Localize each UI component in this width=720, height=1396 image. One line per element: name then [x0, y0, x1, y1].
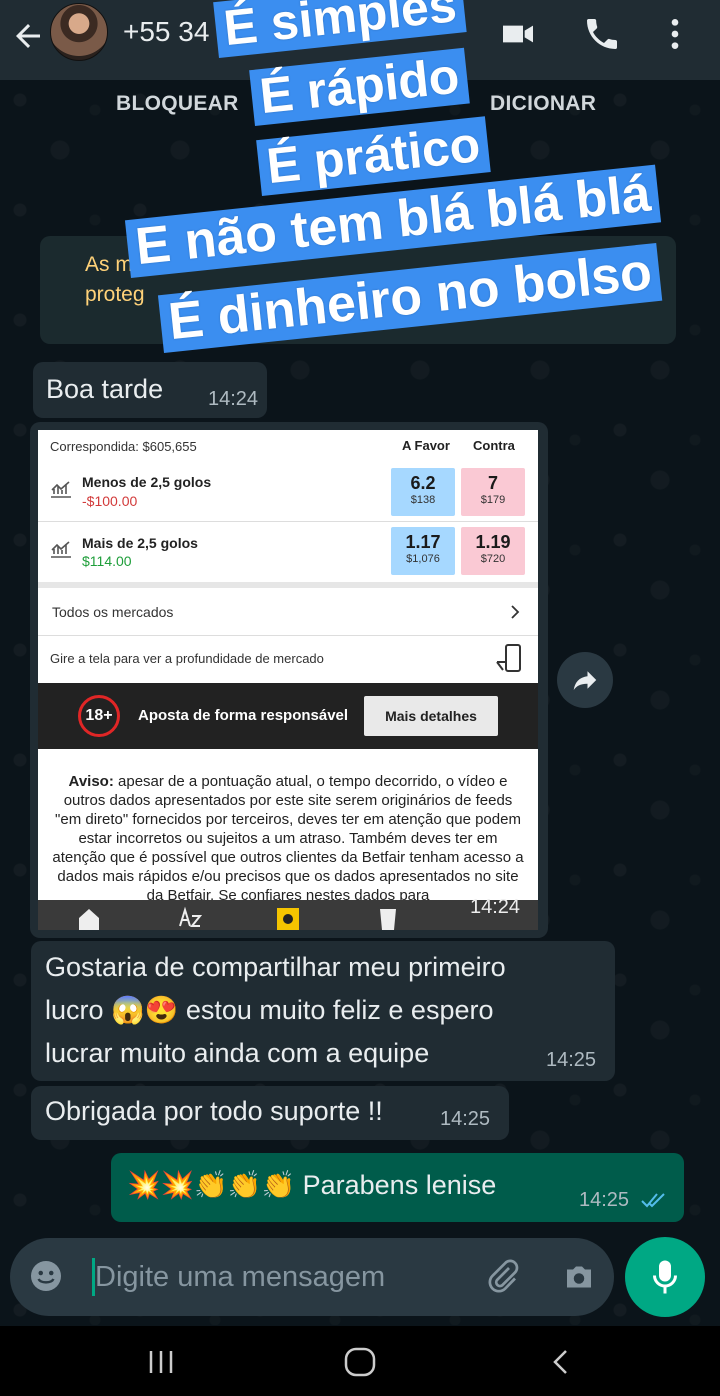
emoji-icon[interactable]: [28, 1258, 64, 1294]
back-odds-button[interactable]: 6.2 $138: [391, 468, 455, 516]
read-receipt-icon: [641, 1193, 665, 1208]
message-text: Obrigada por todo suporte !!: [45, 1096, 383, 1126]
back-button-icon[interactable]: [547, 1348, 575, 1376]
message-time: 14:25: [546, 1049, 597, 1071]
runner-name: Mais de 2,5 golos: [82, 535, 198, 551]
in-play-icon[interactable]: [275, 906, 301, 930]
age-badge: 18+: [78, 695, 120, 737]
message-time: 14:25: [440, 1108, 491, 1130]
message-input-bar[interactable]: Digite uma mensagem: [10, 1238, 614, 1316]
warning-text: Aviso: apesar de a pontuação atual, o te…: [52, 773, 524, 904]
recent-apps-icon[interactable]: [147, 1348, 175, 1376]
runner-pl: -$100.00: [82, 493, 138, 509]
clap-emojis: 💥💥👏👏👏: [127, 1170, 296, 1200]
system-nav-bar: [0, 1326, 720, 1396]
lay-odds-button[interactable]: 1.19 $720: [461, 527, 525, 575]
chart-icon: [51, 481, 71, 498]
attach-icon[interactable]: [485, 1259, 521, 1295]
home-icon[interactable]: [76, 906, 102, 930]
contact-avatar[interactable]: [50, 3, 108, 61]
matched-amount: Correspondida: $605,655: [50, 439, 197, 454]
message-text: 💥💥👏👏👏 Parabens lenise: [127, 1170, 497, 1200]
divider: [38, 521, 538, 522]
more-details-button[interactable]: Mais detalhes: [364, 696, 498, 736]
back-arrow-icon[interactable]: [10, 18, 46, 54]
scream-emoji: 😱: [111, 995, 145, 1025]
app-tab-bar: 14:24: [38, 896, 538, 930]
forward-icon: [573, 671, 597, 690]
home-button-icon[interactable]: [343, 1346, 377, 1378]
message-bubble-greeting[interactable]: Boa tarde 14:24: [33, 362, 267, 418]
message-input[interactable]: Digite uma mensagem: [95, 1261, 385, 1294]
message-bubble-thanks[interactable]: Obrigada por todo suporte !! 14:25: [31, 1086, 509, 1140]
video-call-icon[interactable]: [498, 14, 538, 54]
message-line: lucro 😱😍 estou muito feliz e espero: [45, 995, 494, 1025]
message-bubble-reply[interactable]: 💥💥👏👏👏 Parabens lenise 14:25: [111, 1153, 684, 1222]
responsible-text: Aposta de forma responsável: [138, 707, 349, 724]
image-time: 14:24: [470, 896, 521, 918]
camera-icon[interactable]: [561, 1259, 597, 1295]
message-line: Gostaria de compartilhar meu primeiro: [45, 952, 506, 982]
message-bubble-share[interactable]: Gostaria de compartilhar meu primeiro lu…: [31, 941, 615, 1081]
forward-button[interactable]: [557, 652, 613, 708]
a-z-icon[interactable]: [176, 906, 202, 930]
lay-column-header: Contra: [473, 438, 515, 453]
betting-screenshot[interactable]: Correspondida: $605,655 A Favor Contra M…: [38, 430, 538, 930]
add-contact-button[interactable]: DICIONAR: [490, 92, 596, 116]
microphone-icon: [653, 1260, 677, 1294]
heart-eyes-emoji: 😍: [144, 995, 179, 1025]
chart-icon: [51, 541, 71, 558]
chevron-right-icon[interactable]: [508, 604, 522, 620]
divider: [38, 582, 538, 588]
message-text: Boa tarde: [46, 374, 164, 404]
bet-slip-icon[interactable]: [375, 906, 401, 930]
all-markets-link[interactable]: Todos os mercados: [52, 604, 173, 620]
message-line: lucrar muito ainda com a equipe: [45, 1038, 430, 1068]
rotate-hint: Gire a tela para ver a profundidade de m…: [50, 651, 324, 666]
lay-odds-button[interactable]: 7 $179: [461, 468, 525, 516]
divider: [38, 635, 538, 636]
back-odds-button[interactable]: 1.17 $1,076: [391, 527, 455, 575]
mic-button[interactable]: [625, 1237, 705, 1317]
runner-pl: $114.00: [82, 553, 132, 569]
message-time: 14:25: [579, 1189, 630, 1211]
back-column-header: A Favor: [402, 438, 450, 453]
block-button[interactable]: BLOQUEAR: [116, 92, 239, 116]
runner-name: Menos de 2,5 golos: [82, 474, 212, 490]
rotate-screen-icon: [496, 644, 521, 672]
voice-call-icon[interactable]: [582, 14, 622, 54]
more-options-icon[interactable]: [655, 14, 695, 54]
responsible-gambling-bar: 18+ Aposta de forma responsável Mais det…: [38, 683, 538, 749]
message-time: 14:24: [208, 388, 259, 410]
